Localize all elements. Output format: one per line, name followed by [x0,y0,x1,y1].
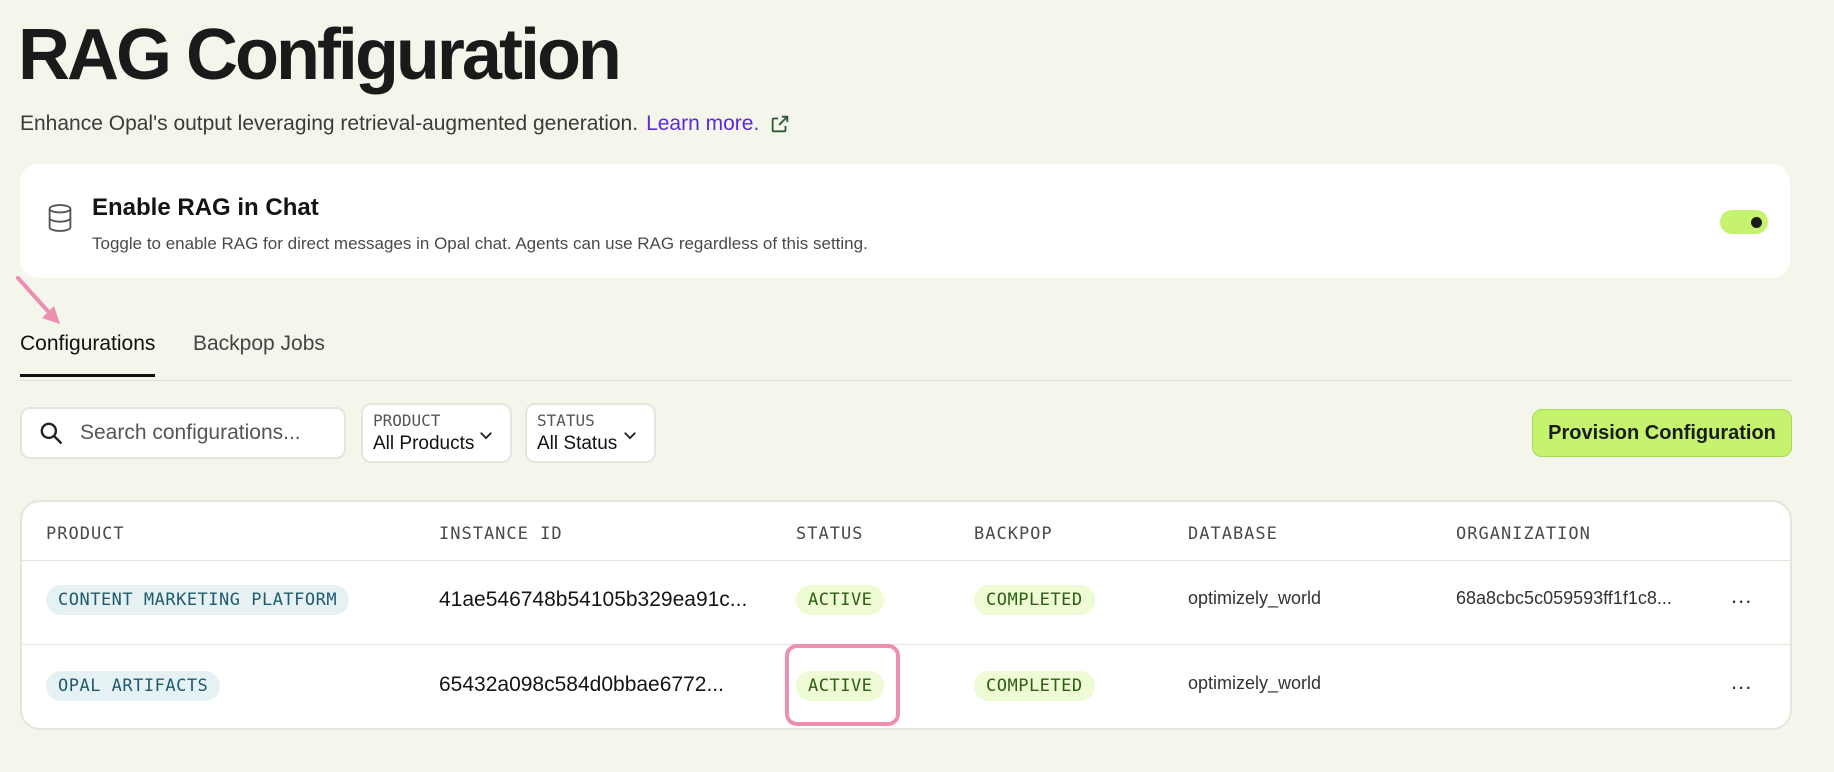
annotation-highlight-box [785,644,900,726]
learn-more-link[interactable]: Learn more. [646,112,759,136]
organization-id: 68a8cbc5c059593ff1f1c8... [1456,588,1672,608]
product-filter-dropdown[interactable]: PRODUCT All Products [361,403,512,463]
enable-rag-toggle[interactable] [1720,210,1768,234]
product-badge: CONTENT MARKETING PLATFORM [46,585,350,615]
page-subtitle: Enhance Opal's output leveraging retriev… [20,112,791,136]
instance-id: 65432a098c584d0bbae6772... [439,673,724,696]
column-header-organization: ORGANIZATION [1456,524,1591,544]
product-filter-label: PRODUCT [373,411,441,430]
backpop-badge: COMPLETED [974,585,1095,615]
column-header-product: PRODUCT [46,524,125,544]
status-filter-value: All Status [537,433,618,454]
page-title: RAG Configuration [18,15,622,95]
chevron-down-icon [624,432,636,440]
configurations-table: PRODUCT INSTANCE ID STATUS BACKPOP DATAB… [20,500,1792,730]
instance-id: 41ae546748b54105b329ea91c... [439,588,748,611]
column-header-backpop: BACKPOP [974,524,1053,544]
tab-configurations[interactable]: Configurations [20,332,156,377]
database-name: optimizely_world [1188,673,1322,693]
subtitle-text: Enhance Opal's output leveraging retriev… [20,112,639,135]
status-filter-label: STATUS [537,411,595,430]
rag-toggle-description: Toggle to enable RAG for direct messages… [92,234,868,253]
row-actions-button[interactable]: ... [1731,669,1752,695]
chevron-down-icon [480,432,492,440]
search-box[interactable] [20,407,346,459]
toggle-knob [1751,217,1762,228]
product-filter-value: All Products [373,433,475,454]
table-row[interactable]: OPAL ARTIFACTS 65432a098c584d0bbae6772..… [22,644,1790,728]
database-name: optimizely_world [1188,588,1322,608]
row-actions-button[interactable]: ... [1731,583,1752,609]
column-header-status: STATUS [796,524,864,544]
tab-bar: Configurations Backpop Jobs [20,318,1792,381]
tab-backpop-jobs[interactable]: Backpop Jobs [193,332,325,374]
database-icon [48,204,72,232]
rag-toggle-title: Enable RAG in Chat [92,194,319,221]
column-header-instance-id: INSTANCE ID [439,524,563,544]
status-filter-dropdown[interactable]: STATUS All Status [525,403,656,463]
status-badge: ACTIVE [796,585,885,615]
search-icon [40,422,62,444]
column-header-database: DATABASE [1188,524,1278,544]
table-row[interactable]: CONTENT MARKETING PLATFORM 41ae546748b54… [22,560,1790,645]
external-link-icon[interactable] [769,113,791,135]
backpop-badge: COMPLETED [974,671,1095,701]
rag-settings-card: Enable RAG in Chat Toggle to enable RAG … [20,164,1790,278]
search-input[interactable] [78,420,322,446]
provision-configuration-button[interactable]: Provision Configuration [1532,409,1792,457]
product-badge: OPAL ARTIFACTS [46,671,221,701]
